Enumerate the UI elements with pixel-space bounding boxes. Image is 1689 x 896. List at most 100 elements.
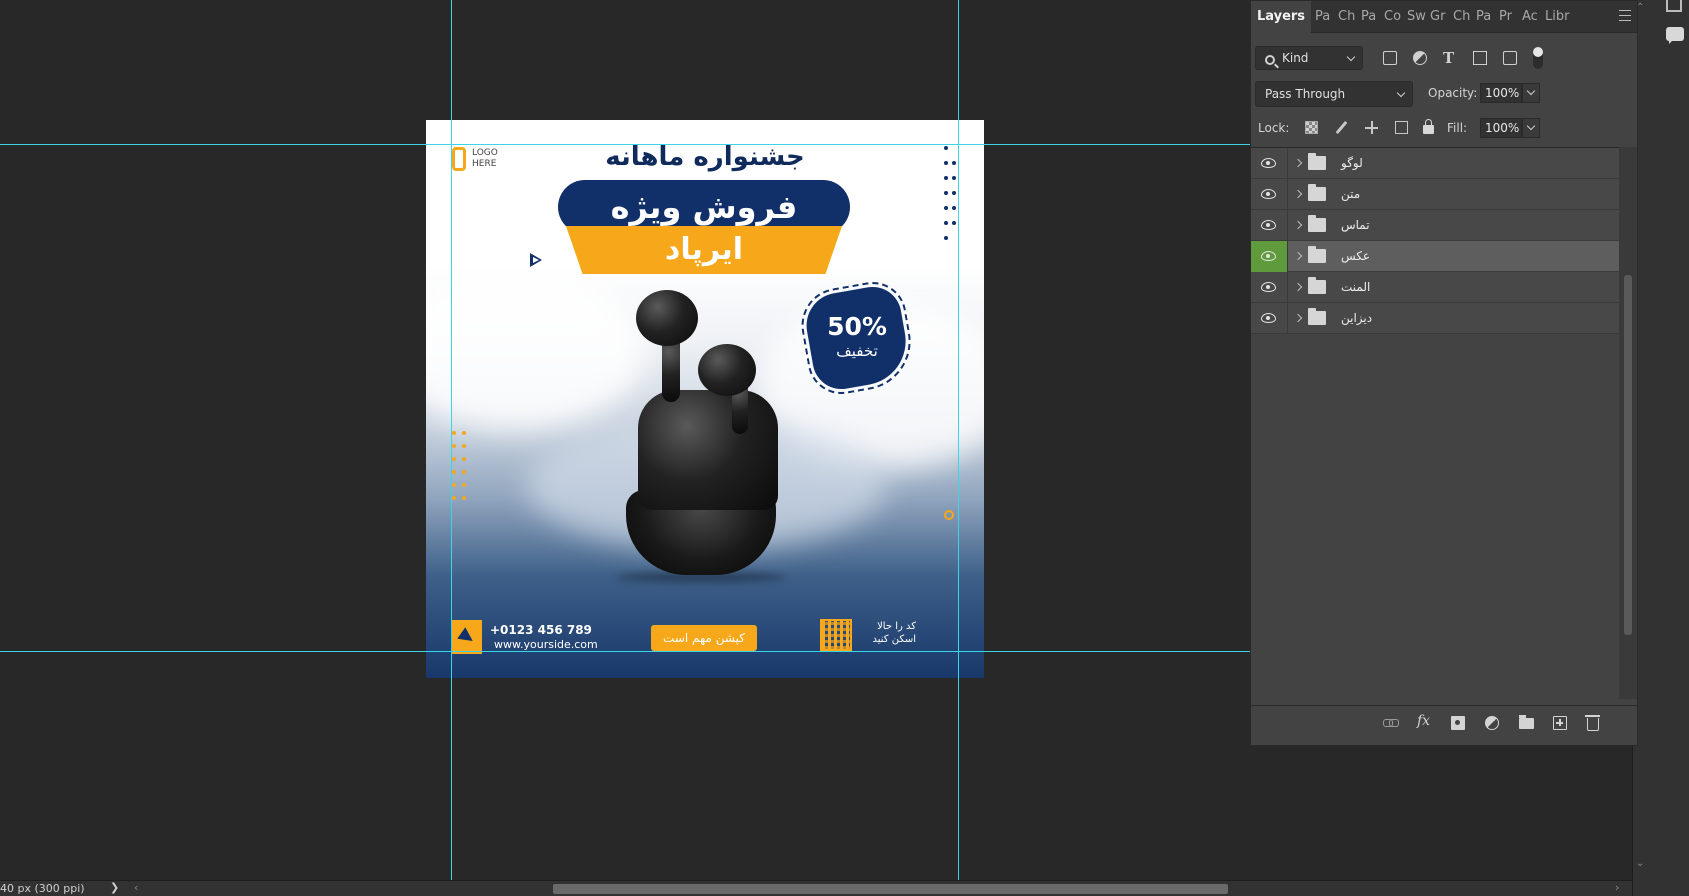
chevron-right-icon[interactable] [1293, 189, 1303, 199]
eye-icon [1261, 158, 1276, 168]
guide-vertical[interactable] [451, 0, 452, 880]
add-mask-icon[interactable] [1451, 716, 1465, 730]
layers-scrollbar[interactable] [1619, 147, 1637, 699]
fx-icon[interactable]: fx [1417, 713, 1431, 729]
image-filter-icon[interactable] [1383, 51, 1397, 65]
layer-filter-row: Kind T [1255, 43, 1635, 73]
dot-icon [944, 176, 948, 180]
layer-row[interactable]: تماس [1251, 210, 1619, 241]
layer-name: لوگو [1341, 156, 1363, 170]
layer-row[interactable]: لوگو [1251, 148, 1619, 179]
chevron-right-icon[interactable] [1293, 158, 1303, 168]
layer-row[interactable]: المنت [1251, 272, 1619, 303]
layer-name: متن [1341, 187, 1361, 201]
trash-icon[interactable] [1585, 715, 1600, 731]
chevron-right-icon[interactable] [1293, 220, 1303, 230]
panel-tab-ch[interactable]: Ch [1453, 1, 1476, 33]
dot-icon [952, 221, 956, 225]
panel-tab-pa[interactable]: Pa [1476, 1, 1499, 33]
visibility-toggle[interactable] [1251, 210, 1288, 241]
layer-row[interactable]: متن [1251, 179, 1619, 210]
side-toolbar [1632, 0, 1689, 896]
doc-info-arrow-icon[interactable]: ❯ [110, 881, 119, 894]
chevron-down-icon [1526, 86, 1536, 96]
panel-tab-pa[interactable]: Pa [1315, 1, 1338, 33]
discount-percent: 50% [827, 312, 887, 341]
eye-icon [1261, 220, 1276, 230]
eye-icon [1261, 313, 1276, 323]
panel-tab-pr[interactable]: Pr [1499, 1, 1522, 33]
qr-code-icon [820, 619, 852, 651]
visibility-toggle[interactable] [1251, 272, 1288, 303]
scroll-right-icon[interactable]: › [1615, 881, 1619, 894]
scroll-down-icon[interactable]: ⌄ [1636, 858, 1644, 869]
panel-menu-icon[interactable] [1619, 10, 1631, 22]
chevron-right-icon[interactable] [1293, 251, 1303, 261]
opacity-dropdown[interactable] [1522, 83, 1540, 103]
opacity-input[interactable]: 100% [1480, 83, 1522, 103]
chevron-right-icon[interactable] [1293, 282, 1303, 292]
doc-info[interactable]: 40 px (300 ppi) [0, 882, 85, 895]
layer-name: تماس [1341, 218, 1370, 232]
smart-object-filter-icon[interactable] [1503, 51, 1517, 65]
lock-position-icon[interactable] [1365, 121, 1378, 134]
visibility-toggle[interactable] [1251, 148, 1288, 179]
eye-icon [1261, 282, 1276, 292]
panel-tab-ch[interactable]: Ch [1338, 1, 1361, 33]
chevron-right-icon[interactable] [1293, 313, 1303, 323]
shape-filter-icon[interactable] [1473, 51, 1487, 65]
layers-scrollbar-thumb[interactable] [1624, 275, 1632, 635]
new-layer-icon[interactable] [1553, 716, 1567, 730]
panel-tab-layers[interactable]: Layers [1251, 1, 1311, 33]
dot-icon [452, 431, 456, 435]
layer-row[interactable]: دیزاین [1251, 303, 1619, 334]
visibility-toggle[interactable] [1251, 179, 1288, 210]
design-phone: +0123 456 789 [490, 623, 592, 637]
dot-icon [452, 457, 456, 461]
guide-horizontal[interactable] [0, 144, 1250, 145]
panel-tab-ac[interactable]: Ac [1522, 1, 1545, 33]
panel-tab-gr[interactable]: Gr [1430, 1, 1453, 33]
case-lid [638, 390, 778, 510]
panel-tab-libr[interactable]: Libr [1545, 1, 1579, 33]
guide-vertical[interactable] [958, 0, 959, 880]
fill-dropdown[interactable] [1522, 118, 1540, 138]
lock-artboard-icon[interactable] [1395, 121, 1408, 134]
design-title: جشنواره ماهانه [605, 142, 805, 172]
lock-image-pixels-icon[interactable] [1335, 121, 1348, 134]
artboard[interactable]: LOGO HERE جشنواره ماهانه فروش ویژه ایرپا… [426, 120, 984, 678]
layers-panel: Layers Pa Ch Pa Co Sw Gr Ch Pa Pr Ac Libr Kind T Pa… [1250, 0, 1638, 746]
guide-horizontal[interactable] [0, 651, 1250, 652]
visibility-toggle[interactable] [1251, 303, 1288, 334]
panel-tab-sw[interactable]: Sw [1407, 1, 1430, 33]
horizontal-scrollbar-thumb[interactable] [553, 884, 1228, 894]
panel-tab-co[interactable]: Co [1384, 1, 1407, 33]
earbud-left [636, 290, 698, 346]
adjustment-layer-icon[interactable] [1485, 716, 1499, 730]
layer-row[interactable]: عکس [1251, 241, 1619, 272]
dot-icon [462, 496, 466, 500]
folder-icon [1308, 153, 1326, 170]
lock-transparent-pixels-icon[interactable] [1305, 121, 1318, 134]
kind-filter-select[interactable]: Kind [1255, 46, 1363, 70]
fill-input[interactable]: 100% [1480, 118, 1522, 138]
design-website: www.yourside.com [494, 638, 598, 651]
properties-icon[interactable] [1666, 0, 1682, 12]
lock-all-icon[interactable] [1423, 119, 1434, 134]
filter-toggle[interactable] [1533, 47, 1543, 69]
link-layers-icon[interactable] [1383, 716, 1399, 730]
adjustment-filter-icon[interactable] [1413, 51, 1427, 65]
dot-icon [462, 483, 466, 487]
visibility-toggle[interactable] [1251, 241, 1288, 272]
new-group-icon[interactable] [1519, 715, 1534, 729]
dot-icon [452, 483, 456, 487]
scroll-left-icon[interactable]: ‹ [134, 881, 138, 894]
layer-name: عکس [1341, 249, 1371, 263]
dot-icon [452, 496, 456, 500]
dot-icon [452, 444, 456, 448]
folder-icon [1308, 184, 1326, 201]
blend-mode-select[interactable]: Pass Through [1255, 81, 1413, 107]
panel-tab-pa[interactable]: Pa [1361, 1, 1384, 33]
type-filter-icon[interactable]: T [1443, 51, 1457, 66]
comments-icon[interactable] [1666, 27, 1684, 44]
